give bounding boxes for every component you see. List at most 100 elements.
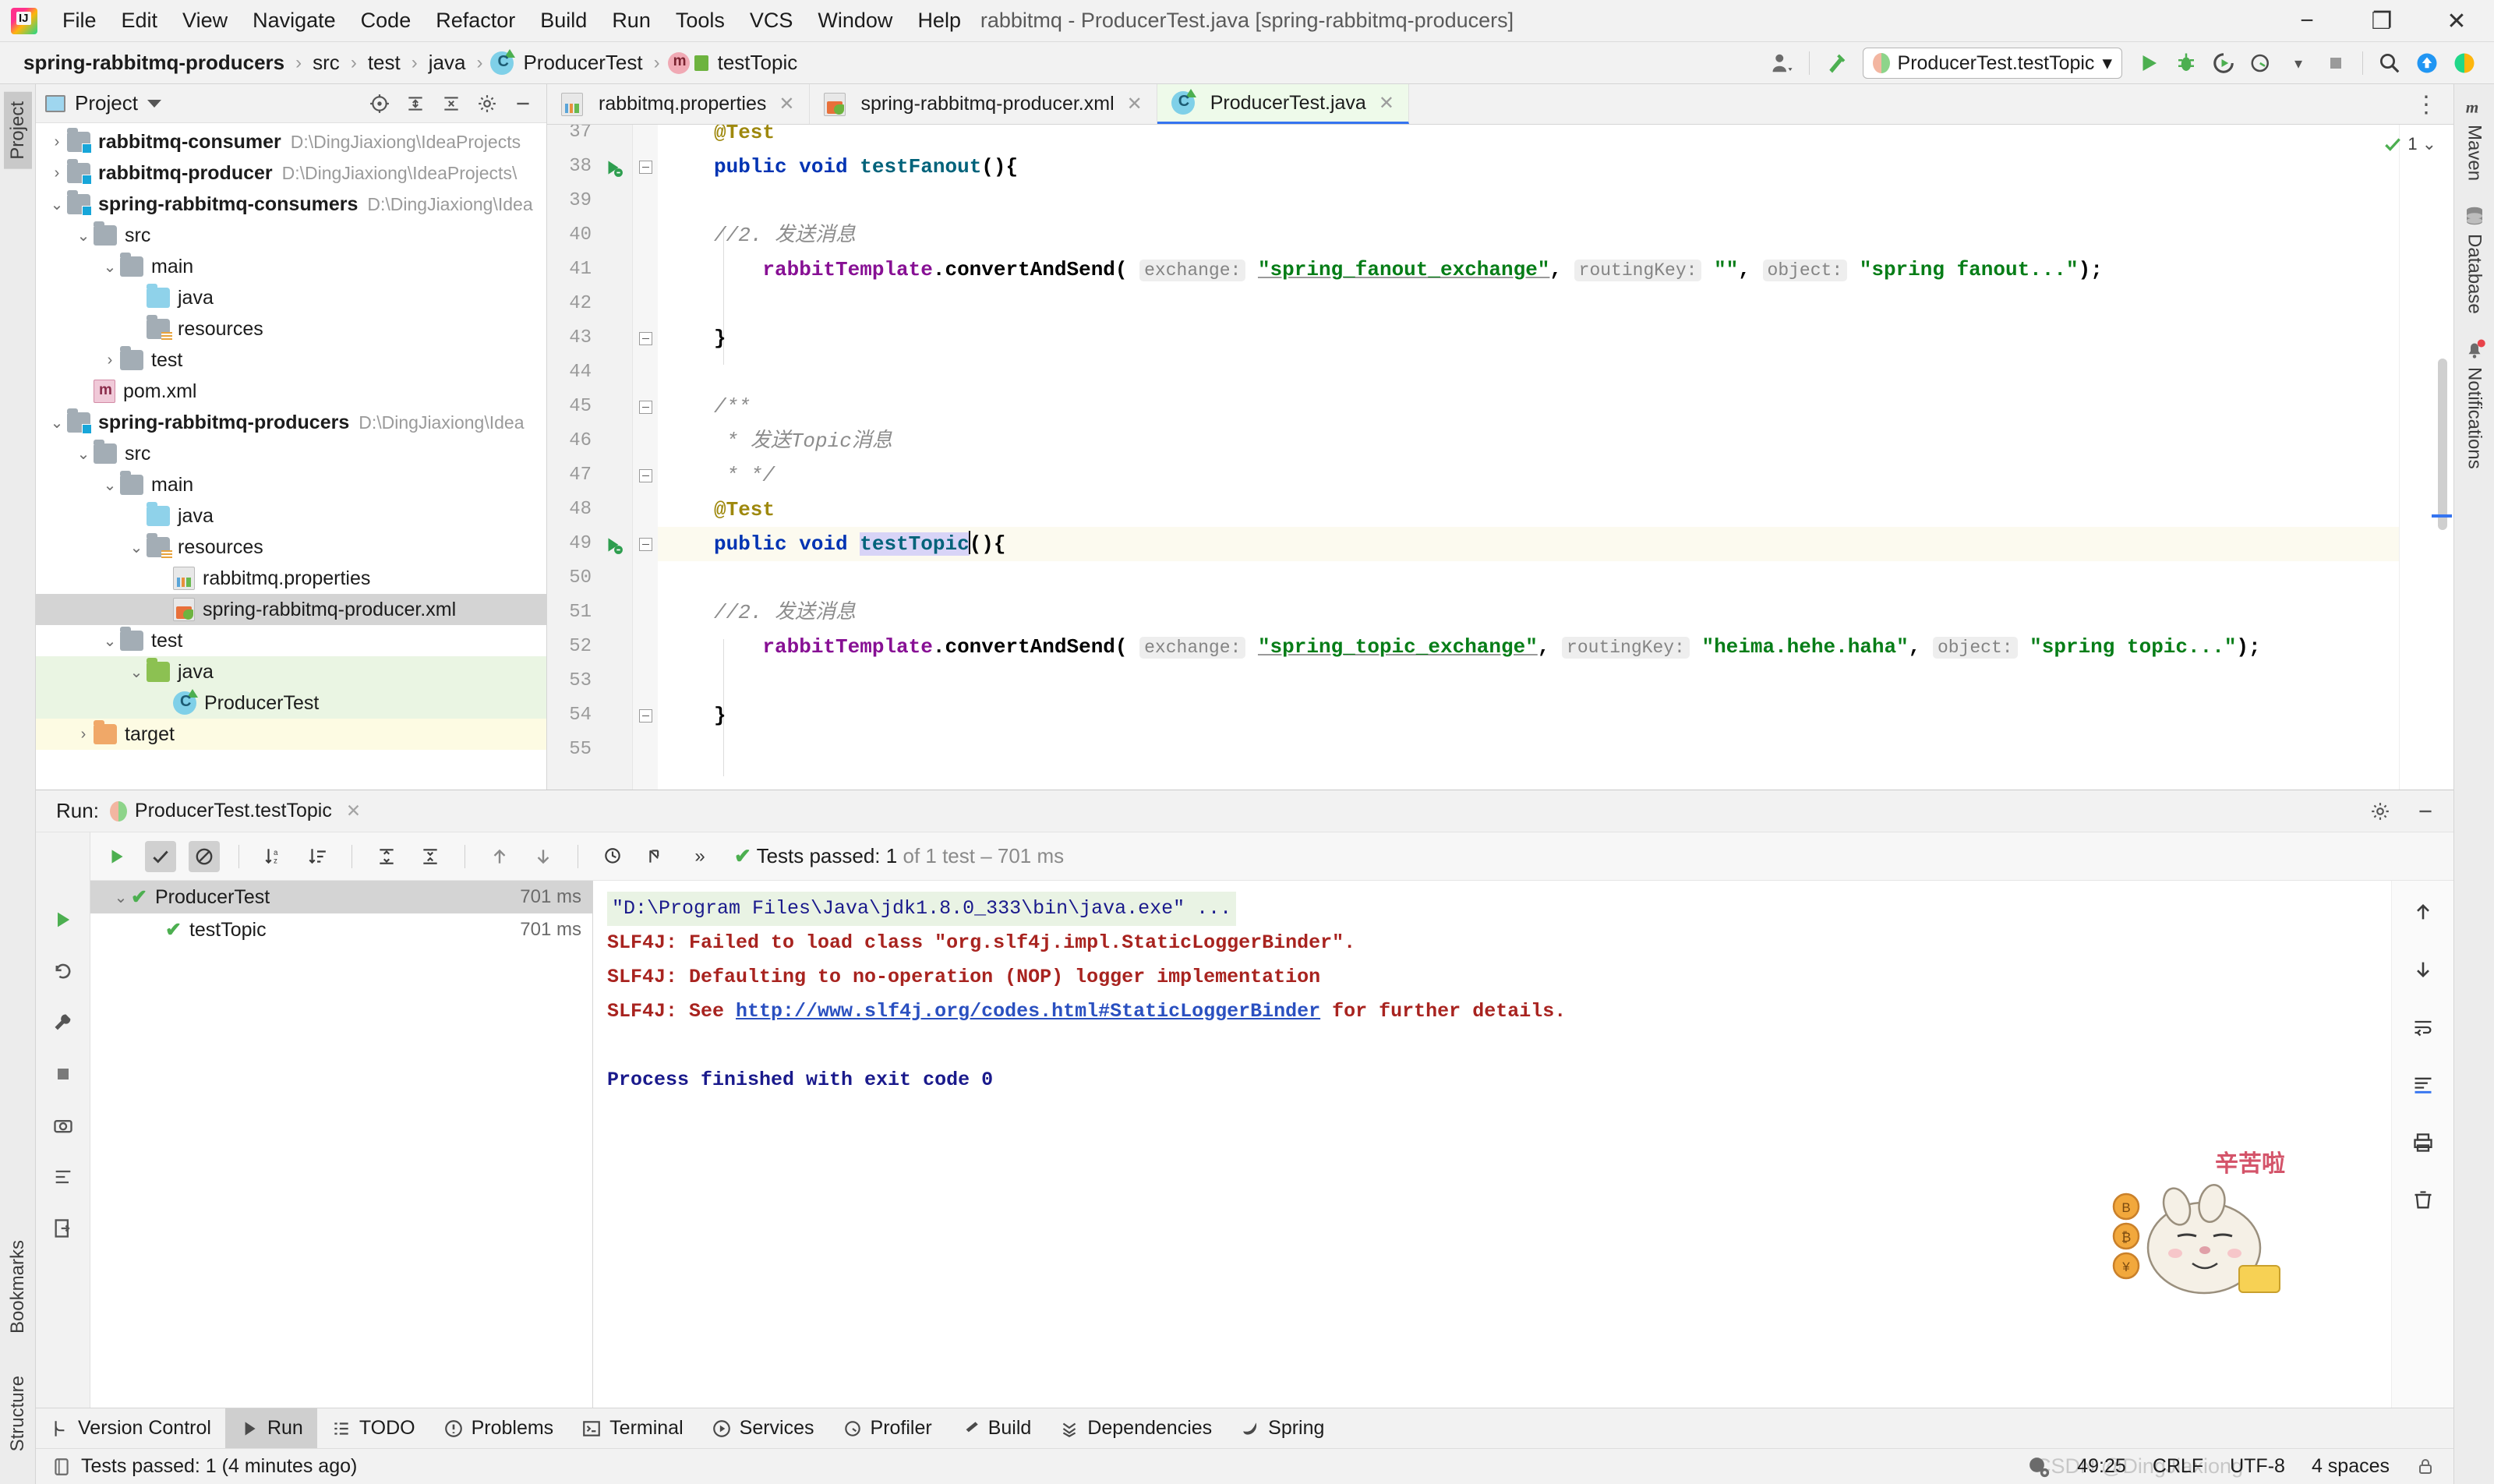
menu-navigate[interactable]: Navigate [240, 4, 348, 37]
chevron-down-icon[interactable]: ⌄ [73, 226, 94, 246]
test-tree-row[interactable]: ✔ testTopic 701 ms [90, 913, 592, 946]
project-tree-row[interactable]: ⌄ src [36, 438, 546, 469]
code-line[interactable]: //2. 发送消息 [658, 595, 2399, 630]
scroll-up-icon[interactable] [2407, 896, 2439, 928]
chevron-down-icon[interactable]: ⌄ [111, 888, 131, 907]
right-strip-item-database[interactable]: Database [2463, 204, 2486, 314]
code-line[interactable]: rabbitTemplate.convertAndSend( exchange:… [658, 253, 2399, 287]
code-line[interactable] [658, 287, 2399, 321]
build-hammer-icon[interactable] [1819, 46, 1853, 80]
chevron-down-icon[interactable]: ⌄ [100, 475, 120, 495]
chevron-down-icon[interactable]: ▾ [2102, 51, 2112, 75]
inspection-face-icon[interactable] [2027, 1455, 2051, 1479]
sort-alphabetically-icon[interactable]: az [258, 841, 289, 872]
code-line[interactable] [658, 184, 2399, 218]
code-line[interactable]: public void testTopic(){ [658, 527, 2399, 561]
console-output[interactable]: "D:\Program Files\Java\jdk1.8.0_333\bin\… [593, 881, 2391, 1408]
minimize-button[interactable]: − [2270, 0, 2344, 42]
hide-panel-icon[interactable] [506, 87, 540, 121]
sort-by-duration-icon[interactable] [302, 841, 333, 872]
code-line[interactable] [658, 355, 2399, 390]
chevron-down-icon[interactable]: ⌄ [47, 413, 67, 433]
test-results-tree[interactable]: ⌄ ✔ ProducerTest 701 ms ✔ testTopic 701 ms [90, 881, 593, 1408]
chevron-down-icon[interactable]: ⌄ [100, 631, 120, 651]
project-tree-row[interactable]: rabbitmq.properties [36, 563, 546, 594]
menu-code[interactable]: Code [348, 4, 424, 37]
menu-file[interactable]: File [50, 4, 109, 37]
tool-window-button-version-control[interactable]: Version Control [36, 1408, 225, 1448]
test-tree-row[interactable]: ⌄ ✔ ProducerTest 701 ms [90, 881, 592, 913]
code-fold-toggle[interactable] [639, 709, 652, 723]
code-line[interactable]: * */ [658, 458, 2399, 493]
export-results-icon[interactable] [48, 1213, 79, 1244]
tool-window-button-dependencies[interactable]: Dependencies [1045, 1408, 1226, 1448]
run-tab[interactable]: ProducerTest.testTopic ✕ [109, 800, 361, 822]
run-with-coverage-icon[interactable] [2206, 46, 2241, 80]
close-icon[interactable]: ✕ [346, 800, 361, 822]
more-options-icon[interactable]: ⋮ [2407, 93, 2446, 116]
editor-markup-bar[interactable]: 1 ⌄ [2385, 125, 2453, 790]
editor-scrollbar-thumb[interactable] [2438, 359, 2447, 530]
tool-window-button-todo[interactable]: TODO [317, 1408, 429, 1448]
project-tree-row[interactable]: ⌄ resources [36, 532, 546, 563]
expand-all-icon[interactable] [398, 87, 433, 121]
tool-window-button-spring[interactable]: Spring [1226, 1408, 1338, 1448]
breadcrumb-item-java[interactable]: java [426, 49, 469, 76]
more-icon[interactable]: » [684, 841, 715, 872]
clear-all-icon[interactable] [2407, 1185, 2439, 1216]
code-fold-toggle[interactable] [639, 469, 652, 482]
show-passed-icon[interactable] [145, 840, 176, 872]
code-content[interactable]: @Test public void testFanout(){//2. 发送消息 … [658, 125, 2399, 790]
run-icon[interactable] [2132, 46, 2166, 80]
menu-vcs[interactable]: VCS [737, 4, 806, 37]
code-line[interactable]: @Test [658, 125, 2399, 150]
user-icon[interactable] [1765, 46, 1800, 80]
chevron-right-icon[interactable]: › [100, 352, 120, 369]
indent-setting[interactable]: 4 spaces [2312, 1455, 2390, 1478]
project-tree-row[interactable]: › rabbitmq-consumer D:\DingJiaxiong\IdeaPr… [36, 126, 546, 157]
chevron-down-icon[interactable]: ▾ [2281, 46, 2316, 80]
chevron-down-icon[interactable]: ⌄ [47, 195, 67, 214]
editor-tab[interactable]: ProducerTest.java ✕ [1157, 84, 1409, 124]
breadcrumb-item-src[interactable]: src [309, 49, 343, 76]
idea-logo-icon[interactable] [2447, 46, 2482, 80]
dump-threads-icon[interactable] [48, 1161, 79, 1192]
code-line[interactable]: @Test [658, 493, 2399, 527]
project-tree-row[interactable]: ⌄ main [36, 251, 546, 282]
code-line[interactable]: } [658, 321, 2399, 355]
hide-panel-icon[interactable] [2408, 794, 2443, 829]
chevron-down-icon[interactable]: ⌄ [100, 257, 120, 277]
caret-position[interactable]: 49:25 [2077, 1455, 2126, 1478]
project-tree-row[interactable]: ⌄ main [36, 469, 546, 500]
rerun-icon[interactable] [48, 904, 79, 935]
chevron-right-icon[interactable]: › [47, 164, 67, 182]
tool-window-button-services[interactable]: Services [698, 1408, 828, 1448]
chevron-down-icon[interactable]: ⌄ [126, 662, 147, 682]
tool-window-button-build[interactable]: Build [946, 1408, 1046, 1448]
stop-icon[interactable] [2319, 46, 2353, 80]
code-fold-toggle[interactable] [639, 332, 652, 345]
chevron-down-icon[interactable]: ⌄ [2422, 134, 2436, 154]
stop-icon[interactable] [48, 1058, 79, 1090]
tool-window-button-run[interactable]: Run [224, 1408, 317, 1448]
locate-icon[interactable] [362, 87, 397, 121]
breadcrumb-item-module[interactable]: spring-rabbitmq-producers [20, 49, 288, 76]
code-line[interactable]: } [658, 698, 2399, 733]
close-icon[interactable]: ✕ [779, 93, 794, 115]
menu-run[interactable]: Run [599, 4, 663, 37]
code-fold-toggle[interactable] [639, 161, 652, 174]
project-tree-row[interactable]: ⌄ spring-rabbitmq-consumers D:\DingJiaxion… [36, 189, 546, 220]
line-separator[interactable]: CRLF [2153, 1455, 2203, 1478]
settings-wrench-icon[interactable] [48, 1007, 79, 1038]
profile-icon[interactable] [2244, 46, 2278, 80]
menu-help[interactable]: Help [905, 4, 973, 37]
run-test-gutter-icon[interactable] [603, 157, 624, 183]
project-tree-row[interactable]: resources [36, 313, 546, 344]
menu-build[interactable]: Build [528, 4, 599, 37]
code-line[interactable] [658, 664, 2399, 698]
search-icon[interactable] [2372, 46, 2407, 80]
gear-icon[interactable] [2363, 794, 2397, 829]
sidebar-tab-project[interactable]: Project [3, 92, 32, 169]
chevron-right-icon[interactable]: › [73, 726, 94, 744]
print-icon[interactable] [2407, 1127, 2439, 1158]
